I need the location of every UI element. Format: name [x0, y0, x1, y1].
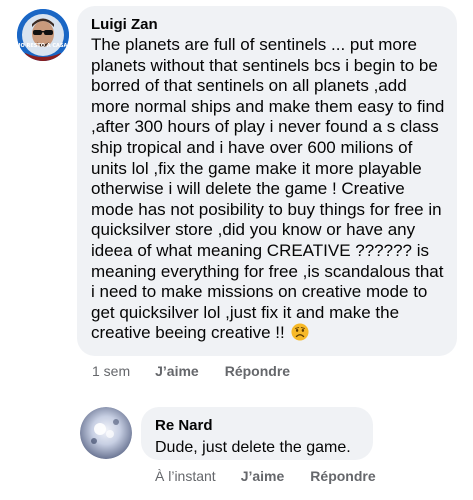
comment-text-content: The planets are full of sentinels ... pu…	[91, 35, 445, 343]
reply-button[interactable]: Répondre	[310, 468, 375, 484]
avatar-photo-icon	[17, 9, 69, 61]
comment-timestamp[interactable]: 1 sem	[92, 363, 130, 379]
comment-author[interactable]: Luigi Zan	[91, 15, 445, 35]
comment-author[interactable]: Re Nard	[155, 416, 361, 436]
worried-face-icon	[291, 323, 310, 341]
comment-bubble[interactable]: Re Nard Dude, just delete the game.	[141, 407, 373, 460]
comment-bubble[interactable]: Luigi Zan The planets are full of sentin…	[77, 6, 457, 356]
comment-timestamp[interactable]: À l’instant	[155, 468, 216, 484]
avatar-badge: IO RESTO A CASA	[18, 43, 68, 49]
like-button[interactable]: J’aime	[241, 468, 285, 484]
avatar-photo-icon	[80, 407, 132, 459]
like-button[interactable]: J’aime	[155, 363, 199, 379]
reply-button[interactable]: Répondre	[225, 363, 290, 379]
comment-luigi-zan: IO RESTO A CASA Luigi Zan The planets ar…	[0, 0, 473, 385]
comment-actions: 1 sem J’aime Répondre	[92, 362, 290, 380]
comment-re-nard: Re Nard Dude, just delete the game. À l’…	[0, 395, 473, 500]
avatar[interactable]	[80, 407, 132, 459]
comment-text: The planets are full of sentinels ... pu…	[91, 35, 445, 344]
comment-text: Dude, just delete the game.	[155, 439, 351, 456]
avatar[interactable]: IO RESTO A CASA	[17, 9, 69, 61]
comment-actions: À l’instant J’aime Répondre	[155, 467, 376, 485]
